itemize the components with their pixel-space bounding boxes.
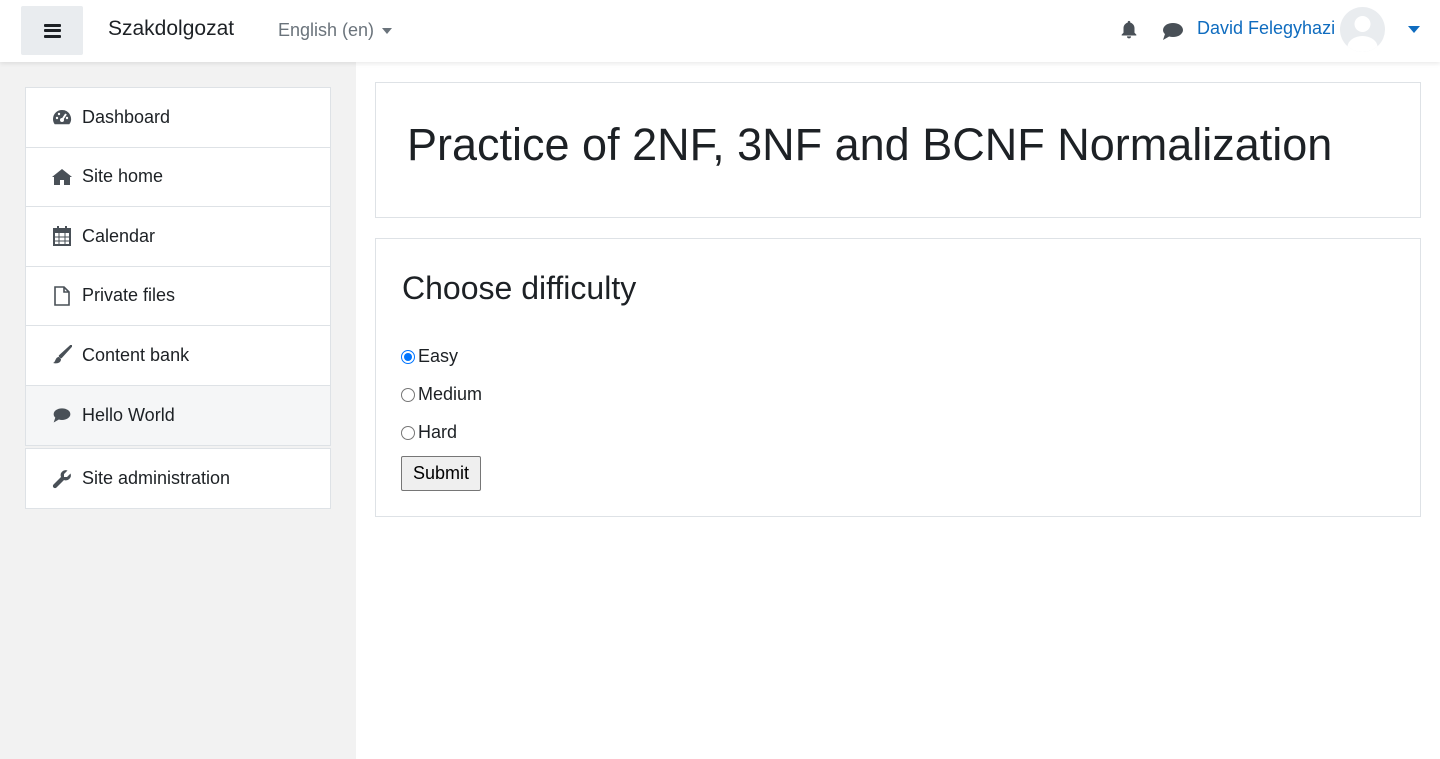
calendar-icon [52, 226, 72, 247]
radio-label: Easy [418, 346, 459, 366]
file-icon [52, 285, 72, 306]
difficulty-option-easy[interactable]: Easy [401, 346, 458, 367]
sidebar-item-hello-world[interactable]: Hello World [26, 385, 330, 445]
drawer-toggle-button[interactable] [21, 6, 83, 55]
sidebar-item-label: Site administration [82, 468, 231, 488]
difficulty-option-medium[interactable]: Medium [401, 384, 482, 405]
radio-medium[interactable] [401, 387, 415, 402]
submit-button[interactable]: Submit [401, 456, 481, 491]
page-title: Practice of 2NF, 3NF and BCNF Normalizat… [407, 119, 1333, 170]
sidebar-item-label: Site home [82, 166, 164, 187]
hamburger-icon [43, 23, 61, 38]
top-navbar: Szakdolgozat English (en) David Felegyha… [0, 0, 1440, 62]
chevron-down-icon [382, 27, 393, 34]
sidebar-item-label: Private files [82, 285, 176, 306]
radio-hard[interactable] [401, 425, 415, 440]
radio-label: Hard [418, 422, 458, 442]
difficulty-option-hard[interactable]: Hard [401, 422, 457, 443]
radio-easy[interactable] [401, 349, 415, 364]
language-menu[interactable]: English (en) [278, 20, 393, 41]
user-menu-caret-icon[interactable] [1408, 26, 1420, 33]
sidebar-item-content-bank[interactable]: Content bank [26, 326, 330, 386]
chat-icon [52, 405, 72, 425]
user-name-link[interactable]: David Felegyhazi [1197, 18, 1335, 39]
messages-icon[interactable] [1161, 21, 1185, 41]
wrench-icon [52, 469, 72, 489]
sidebar-item-dashboard[interactable]: Dashboard [26, 88, 330, 148]
difficulty-form-card: Choose difficulty Easy Medium Hard Submi… [375, 238, 1421, 517]
sidebar-item-label: Content bank [82, 344, 190, 365]
page-header-card: Practice of 2NF, 3NF and BCNF Normalizat… [375, 82, 1421, 218]
sidebar-item-label: Hello World [82, 404, 175, 425]
sidebar-item-label: Calendar [82, 225, 156, 246]
sidebar-item-site-administration[interactable]: Site administration [26, 449, 330, 508]
section-title: Choose difficulty [402, 270, 637, 306]
bell-icon[interactable] [1118, 19, 1140, 41]
radio-label: Medium [418, 384, 483, 404]
sidebar-item-private-files[interactable]: Private files [26, 267, 330, 326]
avatar[interactable] [1340, 7, 1385, 52]
sidebar-item-label: Dashboard [82, 106, 171, 127]
sidebar-nav: Dashboard Site home Calendar Private fil… [25, 87, 331, 446]
dashboard-icon [52, 107, 72, 127]
language-label: English (en) [278, 20, 375, 40]
paintbrush-icon [52, 345, 72, 365]
site-brand[interactable]: Szakdolgozat [108, 17, 234, 41]
home-icon [52, 167, 72, 187]
sidebar-item-calendar[interactable]: Calendar [26, 207, 330, 267]
user-avatar-icon [1347, 16, 1378, 52]
sidebar-item-site-home[interactable]: Site home [26, 148, 330, 207]
sidebar-admin-nav: Site administration [25, 448, 331, 509]
